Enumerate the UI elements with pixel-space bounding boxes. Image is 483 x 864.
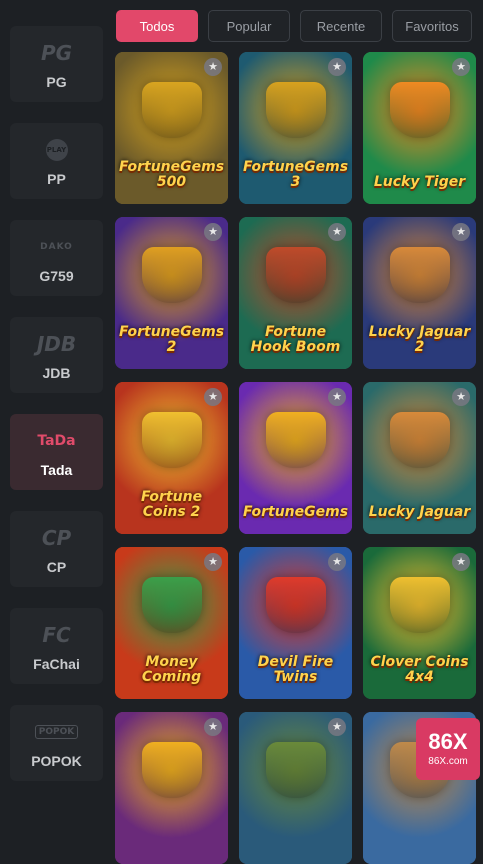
favorite-star-icon[interactable]: ★ (328, 223, 346, 241)
game-card[interactable]: FortuneGems 2 ★ (115, 217, 228, 369)
game-title: Lucky Tiger (373, 174, 466, 190)
game-emblem (389, 82, 450, 138)
fc-logo-icon: FC (42, 623, 71, 647)
provider-label: POPOK (31, 753, 82, 769)
game-card[interactable]: Lucky Tiger ★ (363, 52, 476, 204)
favorite-star-icon[interactable]: ★ (204, 388, 222, 406)
provider-label: FaChai (33, 656, 80, 672)
pp-logo-icon: PLAY (45, 135, 68, 165)
provider-jdb[interactable]: JDB JDB (10, 317, 103, 393)
provider-sidebar: PG PG PLAY PP DAKO G759 JDB JDB TaDa Tad… (10, 26, 103, 802)
provider-label: JDB (42, 365, 71, 381)
game-card[interactable]: Clover Coins 4x4 ★ (363, 547, 476, 699)
favorite-star-icon[interactable]: ★ (452, 58, 470, 76)
provider-tada[interactable]: TaDa Tada (10, 414, 103, 490)
pg-logo-icon: PG (40, 41, 73, 65)
tab-recente[interactable]: Recente (300, 10, 382, 42)
game-emblem (265, 412, 326, 468)
game-emblem (389, 412, 450, 468)
game-card[interactable]: Devil Fire Twins ★ (239, 547, 352, 699)
game-title: Lucky Jaguar (368, 504, 471, 520)
favorite-star-icon[interactable]: ★ (452, 388, 470, 406)
favorite-star-icon[interactable]: ★ (204, 223, 222, 241)
game-title: FortuneGems 2 (119, 324, 225, 355)
watermark-sub: 86X.com (428, 756, 468, 767)
game-title: Devil Fire Twins (257, 654, 334, 685)
game-emblem (265, 742, 326, 798)
favorite-star-icon[interactable]: ★ (204, 718, 222, 736)
game-title: FortuneGems (243, 504, 349, 520)
game-emblem (141, 247, 202, 303)
provider-label: G759 (39, 268, 74, 284)
game-card[interactable]: Fortune Coins 2 ★ (115, 382, 228, 534)
game-card[interactable]: FortuneGems 500 ★ (115, 52, 228, 204)
watermark-main: 86X (428, 729, 468, 754)
game-title: Lucky Jaguar 2 (368, 324, 471, 355)
game-title: Clover Coins 4x4 (370, 654, 469, 685)
game-emblem (265, 577, 326, 633)
provider-pp[interactable]: PLAY PP (10, 123, 103, 199)
provider-label: CP (46, 559, 67, 575)
game-title: FortuneGems 3 (243, 159, 349, 190)
game-card[interactable]: Lucky Jaguar 2 ★ (363, 217, 476, 369)
tab-favoritos[interactable]: Favoritos (392, 10, 472, 42)
game-card[interactable]: FortuneGems ★ (239, 382, 352, 534)
game-emblem (141, 577, 202, 633)
favorite-star-icon[interactable]: ★ (328, 58, 346, 76)
provider-popok[interactable]: POPOK POPOK (10, 705, 103, 781)
site-watermark-badge[interactable]: 86X 86X.com (416, 718, 480, 780)
game-card[interactable]: Money Coming ★ (115, 547, 228, 699)
game-emblem (141, 412, 202, 468)
category-tabs: Todos Popular Recente Favoritos (116, 10, 472, 44)
game-emblem (389, 577, 450, 633)
game-emblem (141, 742, 202, 798)
game-title: FortuneGems 500 (119, 159, 225, 190)
favorite-star-icon[interactable]: ★ (328, 388, 346, 406)
game-emblem (389, 247, 450, 303)
game-title: Money Coming (141, 654, 202, 685)
favorite-star-icon[interactable]: ★ (204, 553, 222, 571)
favorite-star-icon[interactable]: ★ (452, 223, 470, 241)
dako-logo-icon: DAKO (40, 242, 73, 252)
favorite-star-icon[interactable]: ★ (204, 58, 222, 76)
tab-popular[interactable]: Popular (208, 10, 290, 42)
provider-label: PP (47, 171, 66, 187)
provider-pg[interactable]: PG PG (10, 26, 103, 102)
popok-logo-icon: POPOK (34, 717, 79, 747)
provider-cp[interactable]: CP CP (10, 511, 103, 587)
game-emblem (265, 247, 326, 303)
favorite-star-icon[interactable]: ★ (452, 553, 470, 571)
provider-fachai[interactable]: FC FaChai (10, 608, 103, 684)
game-emblem (265, 82, 326, 138)
cp-logo-icon: CP (41, 526, 72, 550)
game-card[interactable]: Fortune Hook Boom ★ (239, 217, 352, 369)
game-card[interactable]: ★ (115, 712, 228, 864)
jdb-logo-icon: JDB (36, 332, 77, 356)
tada-logo-icon: TaDa (37, 433, 76, 449)
game-emblem (141, 82, 202, 138)
game-title: Fortune Hook Boom (250, 324, 341, 355)
favorite-star-icon[interactable]: ★ (328, 718, 346, 736)
game-card[interactable]: Lucky Jaguar ★ (363, 382, 476, 534)
game-card[interactable]: FortuneGems 3 ★ (239, 52, 352, 204)
favorite-star-icon[interactable]: ★ (328, 553, 346, 571)
tab-todos[interactable]: Todos (116, 10, 198, 42)
provider-label: PG (46, 74, 67, 90)
game-card[interactable]: ★ (239, 712, 352, 864)
provider-label: Tada (40, 462, 73, 478)
provider-g759[interactable]: DAKO G759 (10, 220, 103, 296)
game-title: Fortune Coins 2 (140, 489, 203, 520)
